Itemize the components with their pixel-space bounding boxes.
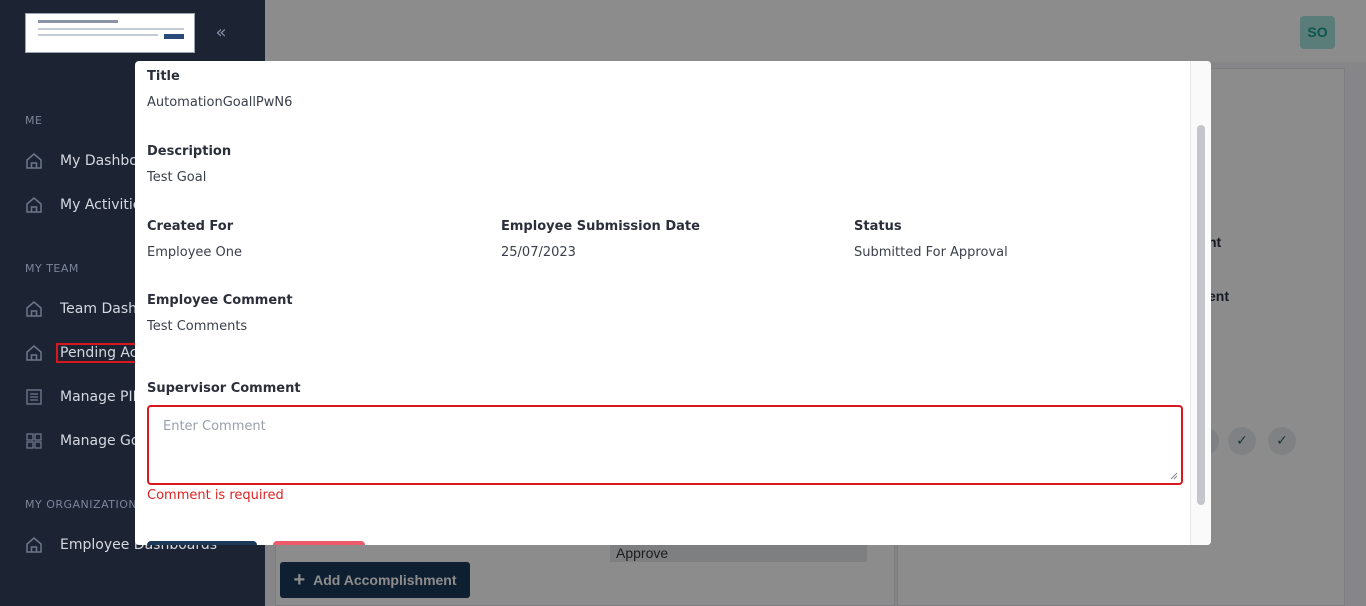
submission-date-value: 25/07/2023 bbox=[501, 245, 576, 260]
company-logo[interactable] bbox=[25, 13, 195, 53]
list-icon bbox=[25, 388, 43, 406]
grid-icon bbox=[25, 432, 43, 450]
submit-button[interactable] bbox=[147, 541, 257, 545]
supervisor-comment-input[interactable]: Enter Comment bbox=[147, 405, 1183, 485]
sidebar-item-my-activities[interactable]: My Activities bbox=[25, 193, 149, 217]
goal-review-modal: Title AutomationGoallPwN6 Description Te… bbox=[135, 61, 1211, 545]
home-icon bbox=[25, 152, 43, 170]
home-icon bbox=[25, 344, 43, 362]
employee-comment-value: Test Comments bbox=[147, 319, 248, 334]
modal-body: Title AutomationGoallPwN6 Description Te… bbox=[135, 61, 1190, 545]
reject-button[interactable] bbox=[273, 541, 365, 545]
modal-scrollbar-thumb[interactable] bbox=[1197, 125, 1205, 505]
collapse-sidebar-icon[interactable]: « bbox=[210, 22, 232, 44]
submission-date-label: Employee Submission Date bbox=[501, 219, 700, 234]
created-for-label: Created For bbox=[147, 219, 234, 234]
section-label-me: ME bbox=[25, 114, 43, 127]
status-label: Status bbox=[854, 219, 902, 234]
sidebar-item-label: Manage PIP bbox=[60, 389, 142, 405]
resize-handle-icon[interactable] bbox=[1170, 472, 1178, 480]
description-value: Test Goal bbox=[147, 170, 207, 185]
supervisor-comment-placeholder: Enter Comment bbox=[163, 419, 266, 434]
status-value: Submitted For Approval bbox=[854, 245, 1008, 260]
title-label: Title bbox=[147, 69, 180, 84]
section-label-my-organization: MY ORGANIZATION bbox=[25, 498, 138, 511]
created-for-value: Employee One bbox=[147, 245, 242, 260]
employee-comment-label: Employee Comment bbox=[147, 293, 293, 308]
section-label-my-team: MY TEAM bbox=[25, 262, 79, 275]
home-icon bbox=[25, 196, 43, 214]
description-label: Description bbox=[147, 144, 232, 159]
supervisor-comment-label: Supervisor Comment bbox=[147, 381, 301, 396]
title-value: AutomationGoallPwN6 bbox=[147, 95, 293, 110]
sidebar-item-manage-pip[interactable]: Manage PIP bbox=[25, 385, 141, 409]
home-icon bbox=[25, 536, 43, 554]
home-icon bbox=[25, 300, 43, 318]
comment-error-message: Comment is required bbox=[147, 488, 284, 503]
